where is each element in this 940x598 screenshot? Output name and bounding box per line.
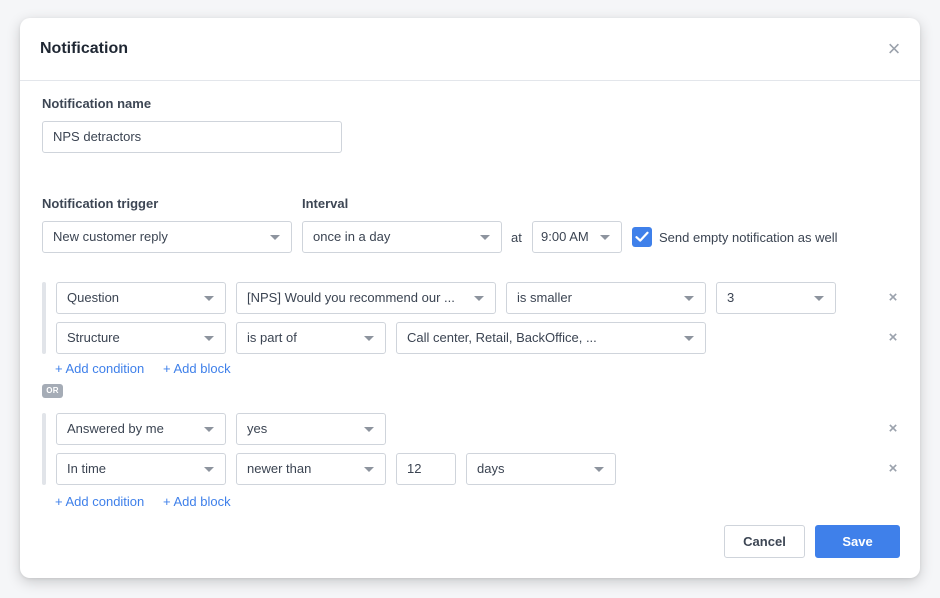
- close-icon[interactable]: ×: [884, 38, 904, 60]
- remove-condition-icon[interactable]: ×: [887, 330, 899, 345]
- condition-question-select[interactable]: [NPS] Would you recommend our ...: [236, 282, 496, 314]
- add-condition-link[interactable]: + Add condition: [55, 361, 144, 376]
- remove-condition-icon[interactable]: ×: [887, 461, 899, 476]
- chevron-down-icon: [474, 296, 484, 301]
- condition-operator-select[interactable]: newer than: [236, 453, 386, 485]
- chevron-down-icon: [364, 336, 374, 341]
- time-unit-select[interactable]: days: [466, 453, 616, 485]
- chevron-down-icon: [204, 296, 214, 301]
- time-select[interactable]: 9:00 AM: [532, 221, 622, 253]
- notification-dialog: Notification × Notification name NPS det…: [20, 18, 920, 578]
- condition-value-select[interactable]: yes: [236, 413, 386, 445]
- chevron-down-icon: [204, 336, 214, 341]
- at-label: at: [511, 230, 522, 245]
- condition-field-select[interactable]: In time: [56, 453, 226, 485]
- add-condition-link[interactable]: + Add condition: [55, 494, 144, 509]
- or-badge: OR: [42, 384, 63, 398]
- chevron-down-icon: [814, 296, 824, 301]
- select-value: 3: [727, 290, 735, 305]
- trigger-select-value: New customer reply: [53, 229, 168, 244]
- chevron-down-icon: [594, 467, 604, 472]
- notification-trigger-label: Notification trigger: [42, 196, 159, 211]
- condition-field-select[interactable]: Question: [56, 282, 226, 314]
- select-value: Call center, Retail, BackOffice, ...: [407, 330, 597, 345]
- remove-condition-icon[interactable]: ×: [887, 421, 899, 436]
- chevron-down-icon: [480, 235, 490, 240]
- dialog-title: Notification: [40, 40, 128, 57]
- time-select-value: 9:00 AM: [541, 229, 589, 244]
- chevron-down-icon: [364, 427, 374, 432]
- chevron-down-icon: [684, 296, 694, 301]
- select-value: newer than: [247, 461, 312, 476]
- cancel-button[interactable]: Cancel: [724, 525, 805, 558]
- chevron-down-icon: [684, 336, 694, 341]
- block-indicator: [42, 282, 46, 354]
- select-value: yes: [247, 421, 268, 436]
- condition-operator-select[interactable]: is smaller: [506, 282, 706, 314]
- condition-value-select[interactable]: 3: [716, 282, 836, 314]
- interval-label: Interval: [302, 196, 349, 211]
- block-indicator: [42, 413, 46, 485]
- chevron-down-icon: [270, 235, 280, 240]
- notification-name-label: Notification name: [42, 96, 152, 111]
- add-block-link[interactable]: + Add block: [163, 494, 231, 509]
- chevron-down-icon: [204, 427, 214, 432]
- select-value: In time: [67, 461, 107, 476]
- select-value: [NPS] Would you recommend our ...: [247, 290, 455, 305]
- select-value: Answered by me: [67, 421, 164, 436]
- select-value: is part of: [247, 330, 297, 345]
- chevron-down-icon: [364, 467, 374, 472]
- interval-select[interactable]: once in a day: [302, 221, 502, 253]
- chevron-down-icon: [600, 235, 610, 240]
- dialog-header: Notification ×: [20, 18, 920, 81]
- chevron-down-icon: [204, 467, 214, 472]
- add-block-link[interactable]: + Add block: [163, 361, 231, 376]
- condition-field-select[interactable]: Answered by me: [56, 413, 226, 445]
- condition-operator-select[interactable]: is part of: [236, 322, 386, 354]
- time-amount-input[interactable]: 12: [396, 453, 456, 485]
- select-value: is smaller: [517, 290, 572, 305]
- trigger-select[interactable]: New customer reply: [42, 221, 292, 253]
- notification-name-input[interactable]: NPS detractors: [42, 121, 342, 153]
- interval-select-value: once in a day: [313, 229, 391, 244]
- select-value: Question: [67, 290, 120, 305]
- select-value: Structure: [67, 330, 120, 345]
- select-value: days: [477, 461, 505, 476]
- save-button[interactable]: Save: [815, 525, 900, 558]
- send-empty-checkbox[interactable]: [632, 227, 652, 247]
- checkmark-icon: [635, 231, 649, 242]
- remove-condition-icon[interactable]: ×: [887, 290, 899, 305]
- send-empty-label: Send empty notification as well: [659, 230, 838, 245]
- condition-value-select[interactable]: Call center, Retail, BackOffice, ...: [396, 322, 706, 354]
- condition-field-select[interactable]: Structure: [56, 322, 226, 354]
